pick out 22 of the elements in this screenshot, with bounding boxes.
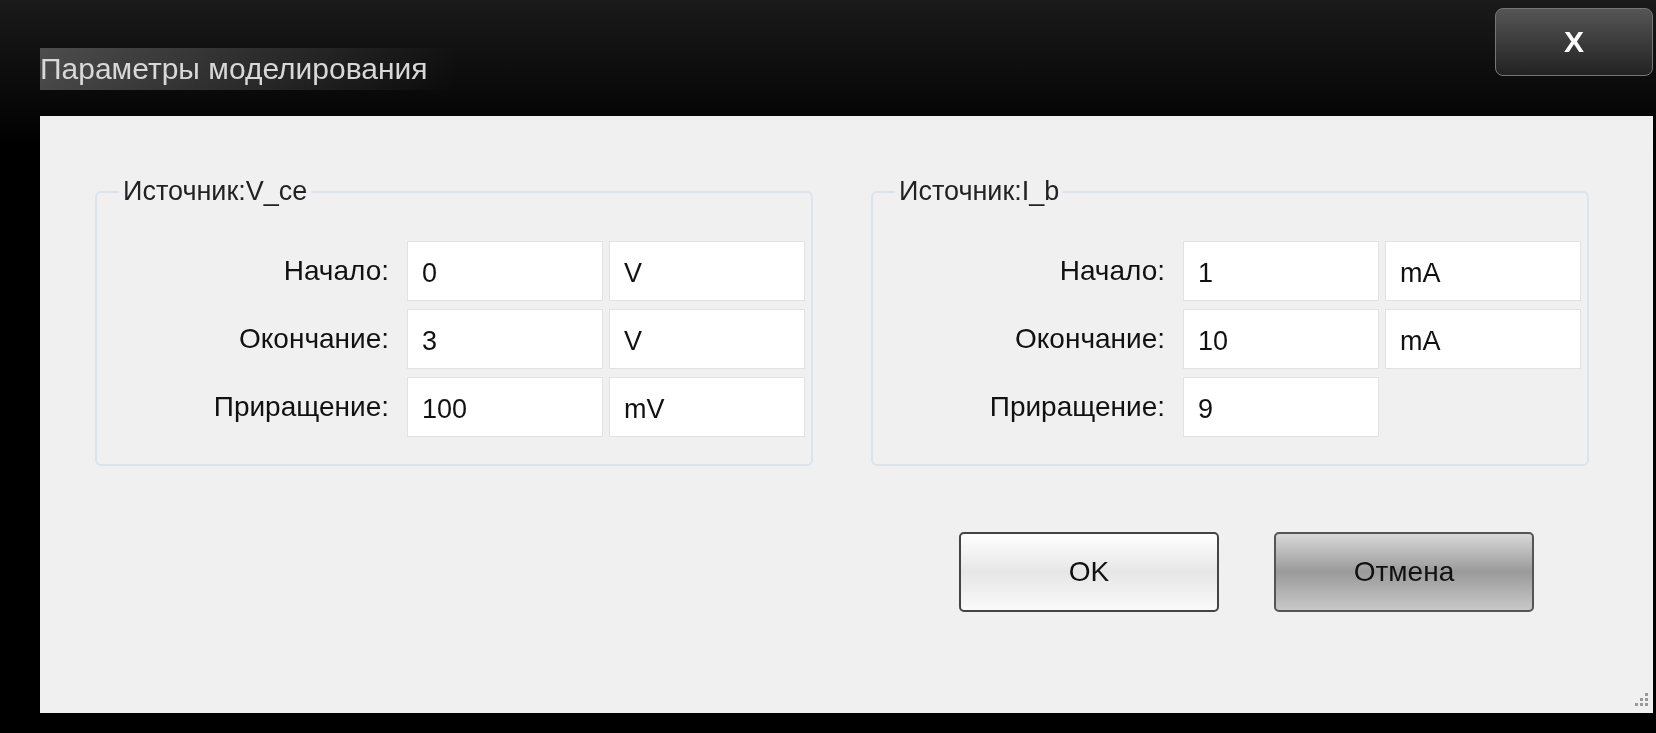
unit-field[interactable]: V: [609, 241, 805, 301]
cancel-button[interactable]: Отмена: [1274, 532, 1534, 612]
value-field[interactable]: 100: [407, 377, 603, 437]
field-label: Окончание:: [1014, 323, 1166, 355]
field-label: Приращение:: [988, 391, 1166, 423]
field-label: Начало:: [1058, 255, 1166, 287]
value-field[interactable]: 1: [1183, 241, 1379, 301]
field-label: Приращение:: [212, 391, 390, 423]
unit-field[interactable]: mV: [609, 377, 805, 437]
field-label: Начало:: [282, 255, 390, 287]
group-title: Источник:I_b: [898, 176, 1061, 207]
unit-field[interactable]: V: [609, 309, 805, 369]
value-field[interactable]: 0: [407, 241, 603, 301]
value-field[interactable]: 3: [407, 309, 603, 369]
value-field[interactable]: 9: [1183, 377, 1379, 437]
close-button[interactable]: X: [1495, 8, 1653, 76]
unit-field[interactable]: mA: [1385, 241, 1581, 301]
ok-button[interactable]: OK: [959, 532, 1219, 612]
unit-field[interactable]: mA: [1385, 309, 1581, 369]
group-title: Источник:V_ce: [122, 176, 309, 207]
field-label: Окончание:: [238, 323, 390, 355]
value-field[interactable]: 10: [1183, 309, 1379, 369]
